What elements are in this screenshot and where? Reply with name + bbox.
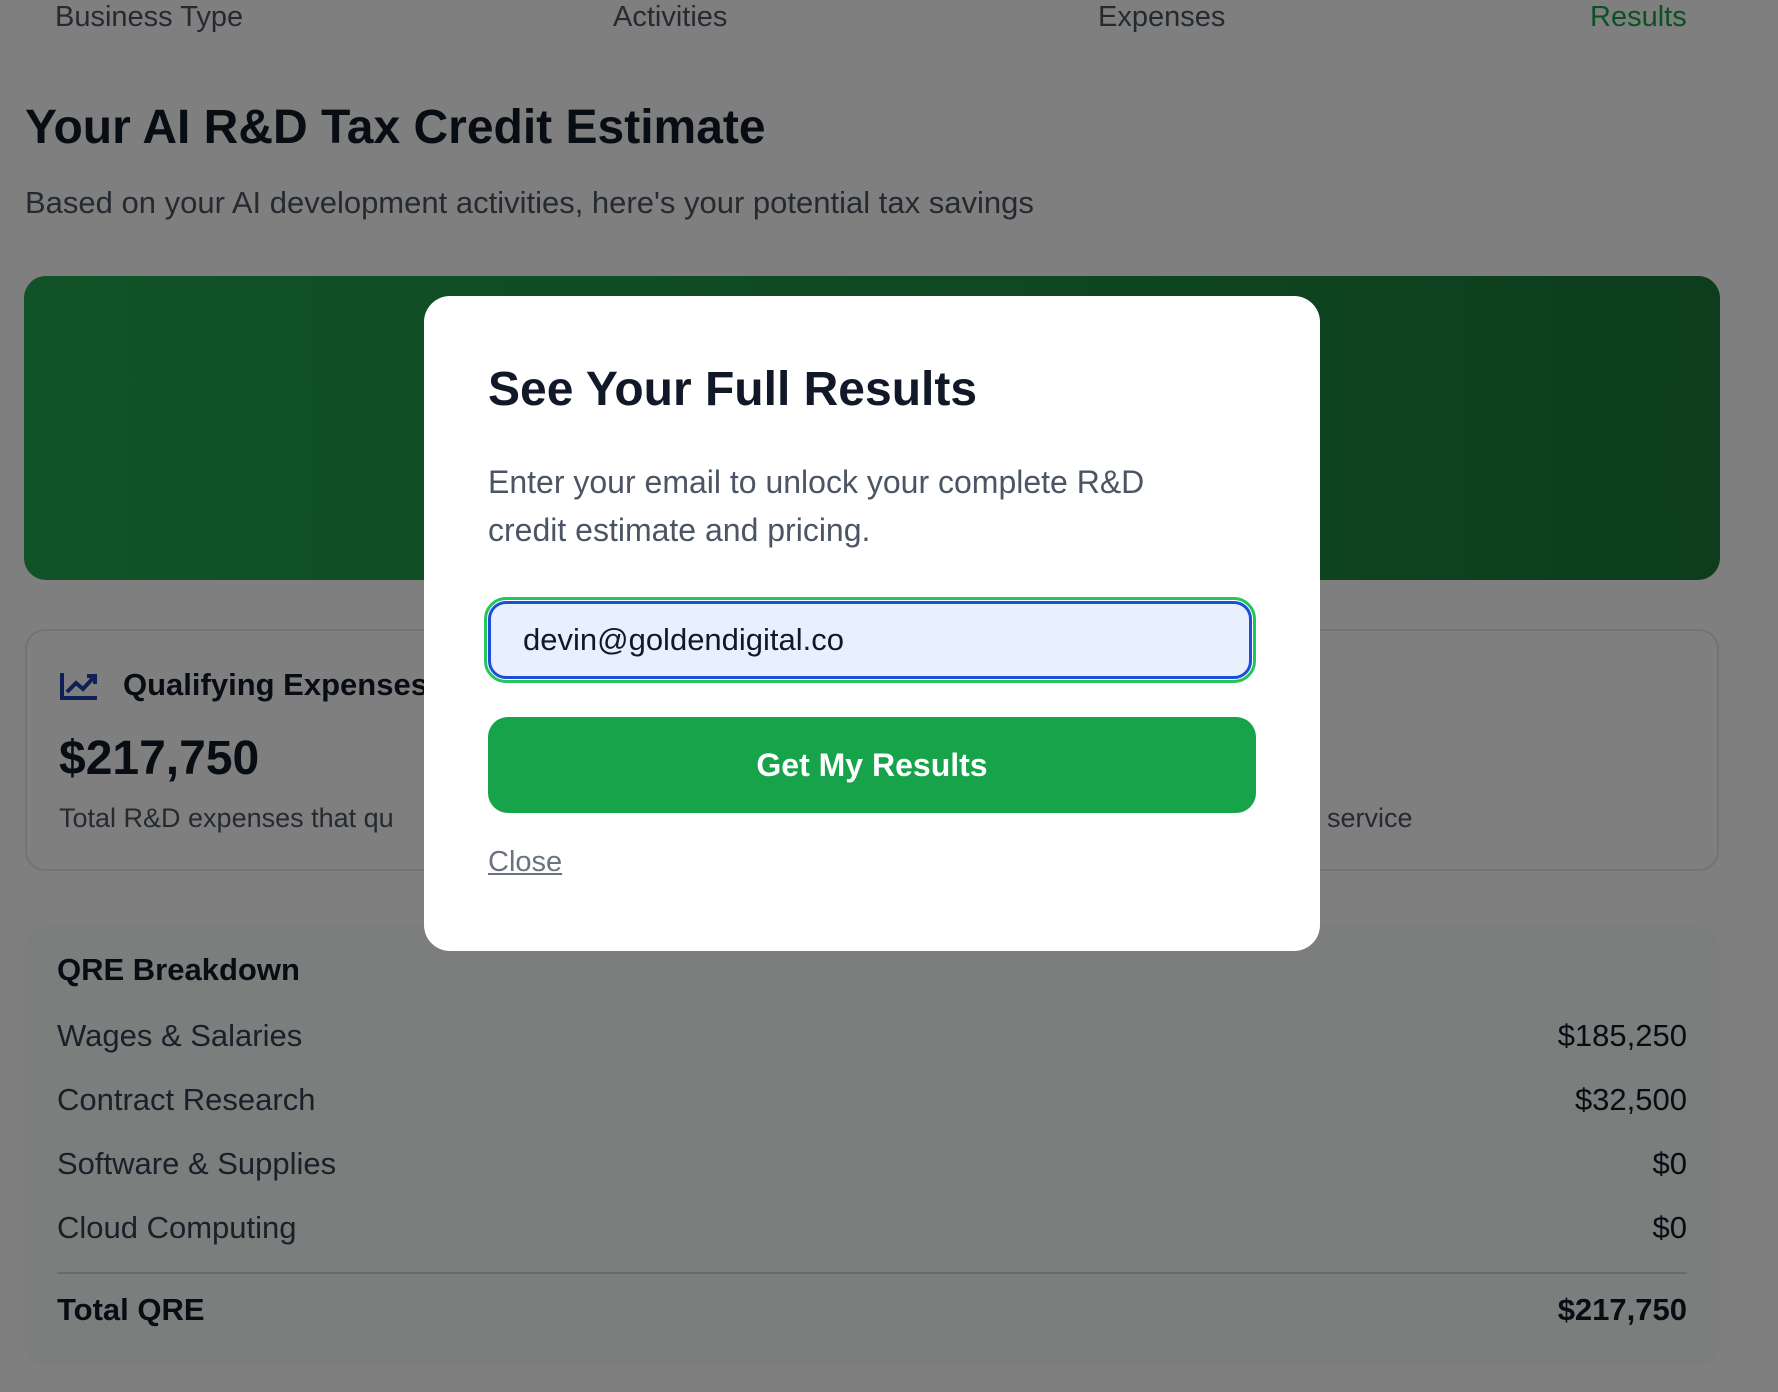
close-link[interactable]: Close <box>488 846 562 879</box>
modal-title: See Your Full Results <box>488 363 978 416</box>
get-results-button[interactable]: Get My Results <box>488 717 1256 813</box>
modal-description: Enter your email to unlock your complete… <box>488 464 1145 548</box>
email-field[interactable] <box>484 597 1256 683</box>
email-gate-modal: See Your Full Results Enter your email t… <box>424 296 1320 951</box>
